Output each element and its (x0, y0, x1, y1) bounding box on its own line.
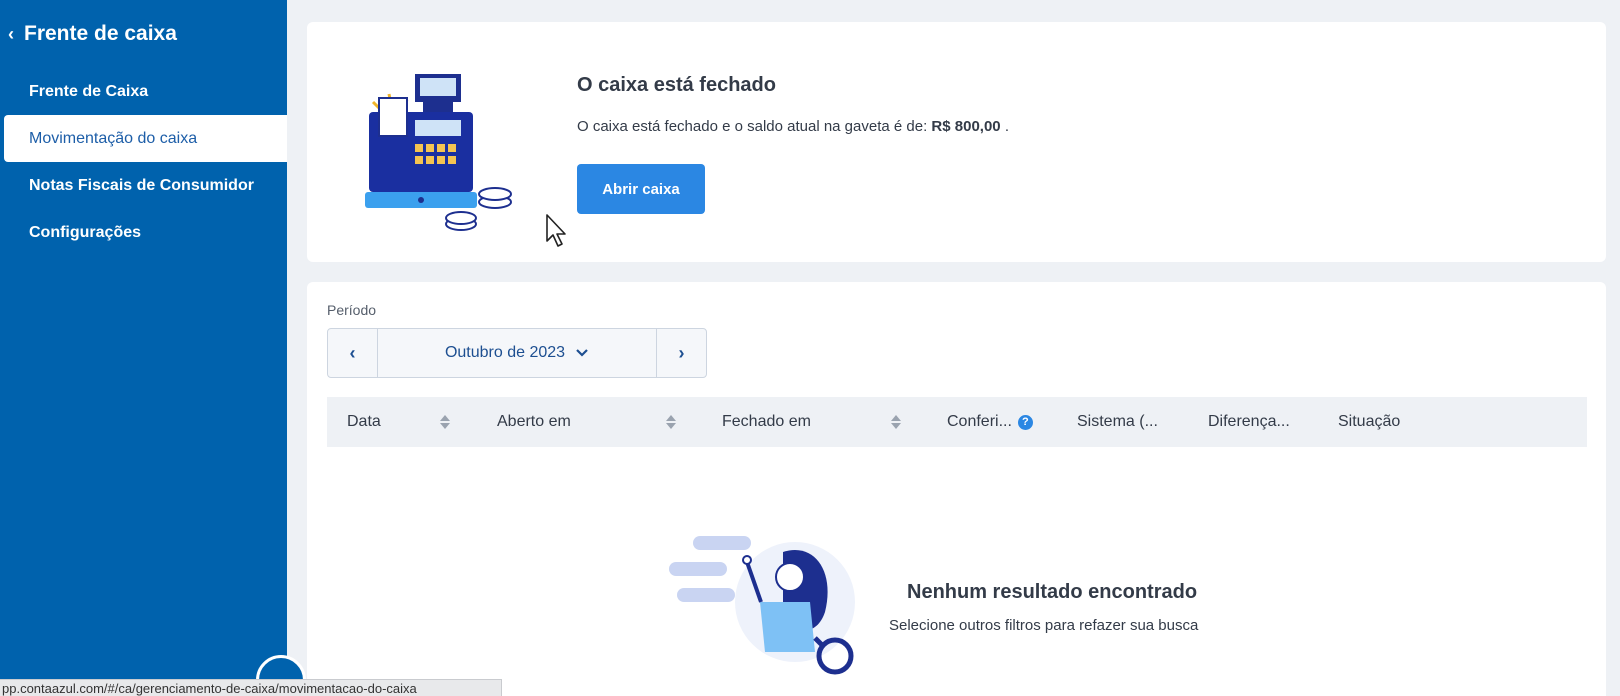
column-label: Situação (1338, 413, 1401, 430)
column-header-sistema[interactable]: Sistema (... (1077, 397, 1158, 447)
browser-status-url: pp.contaazul.com/#/ca/gerenciamento-de-c… (0, 679, 502, 696)
next-period-button[interactable]: › (656, 329, 706, 377)
column-header-diferenca[interactable]: Diferença... (1208, 397, 1290, 447)
sidebar-header[interactable]: ‹ Frente de caixa (0, 0, 287, 68)
mouse-cursor-icon (546, 214, 566, 247)
column-header-conferido[interactable]: Conferi... ? (947, 397, 1033, 447)
column-header-aberto-em[interactable]: Aberto em (497, 397, 571, 447)
cash-register-illustration (365, 74, 512, 231)
chevron-left-icon: ‹ (349, 342, 356, 363)
open-cash-button[interactable]: Abrir caixa (577, 164, 705, 214)
sidebar: ‹ Frente de caixa Frente de Caixa Movime… (0, 0, 306, 696)
column-label: Aberto em (497, 413, 571, 430)
question-icon[interactable]: ? (1017, 414, 1033, 430)
column-label: Sistema (... (1077, 413, 1158, 430)
sidebar-item-frente-de-caixa[interactable]: Frente de Caixa (0, 68, 287, 115)
cash-closed-title: O caixa está fechado (577, 74, 776, 96)
period-label: Período (327, 302, 377, 318)
column-header-situacao[interactable]: Situação (1338, 397, 1400, 447)
column-label: Data (347, 413, 381, 430)
cash-closed-text-prefix: O caixa está fechado e o saldo atual na … (577, 118, 932, 135)
sidebar-item-movimentacao[interactable]: Movimentação do caixa (4, 115, 287, 162)
cash-status-card: O caixa está fechado O caixa está fechad… (307, 22, 1606, 262)
chevron-down-icon (576, 349, 588, 357)
period-selector: ‹ Outubro de 2023 › (327, 328, 707, 378)
sort-icon[interactable] (890, 414, 902, 430)
chevron-right-icon: › (678, 342, 685, 363)
previous-period-button[interactable]: ‹ (328, 329, 378, 377)
column-label: Diferença... (1208, 413, 1290, 430)
table-header: Data Aberto em Fechado em Conferi... ? S… (327, 397, 1587, 447)
sidebar-item-label: Frente de Caixa (29, 82, 149, 100)
cash-movements-card: Período ‹ Outubro de 2023 › Data Aberto … (307, 282, 1606, 696)
column-header-data[interactable]: Data (347, 397, 381, 447)
sidebar-item-notas-fiscais[interactable]: Notas Fiscais de Consumidor (0, 162, 287, 209)
empty-state-text: Selecione outros filtros para refazer su… (889, 617, 1199, 634)
chevron-left-icon[interactable]: ‹ (8, 24, 14, 45)
sidebar-title: Frente de caixa (24, 22, 177, 45)
sort-icon[interactable] (665, 414, 677, 430)
column-label: Conferi... (947, 413, 1012, 430)
sort-icon[interactable] (439, 414, 451, 430)
month-label: Outubro de 2023 (444, 344, 566, 361)
cash-closed-text: O caixa está fechado e o saldo atual na … (577, 118, 1009, 135)
sidebar-item-label: Notas Fiscais de Consumidor (29, 176, 254, 194)
empty-state-title: Nenhum resultado encontrado (907, 581, 1198, 603)
cash-closed-text-suffix: . (1000, 118, 1009, 135)
column-label: Fechado em (722, 413, 811, 430)
sidebar-item-label: Configurações (29, 223, 142, 241)
sidebar-item-label: Movimentação do caixa (29, 129, 198, 147)
sidebar-item-configuracoes[interactable]: Configurações (0, 209, 287, 256)
drawer-balance: R$ 800,00 (931, 118, 1001, 135)
column-header-fechado-em[interactable]: Fechado em (722, 397, 811, 447)
empty-search-illustration (669, 536, 855, 675)
month-dropdown[interactable]: Outubro de 2023 (378, 329, 656, 377)
